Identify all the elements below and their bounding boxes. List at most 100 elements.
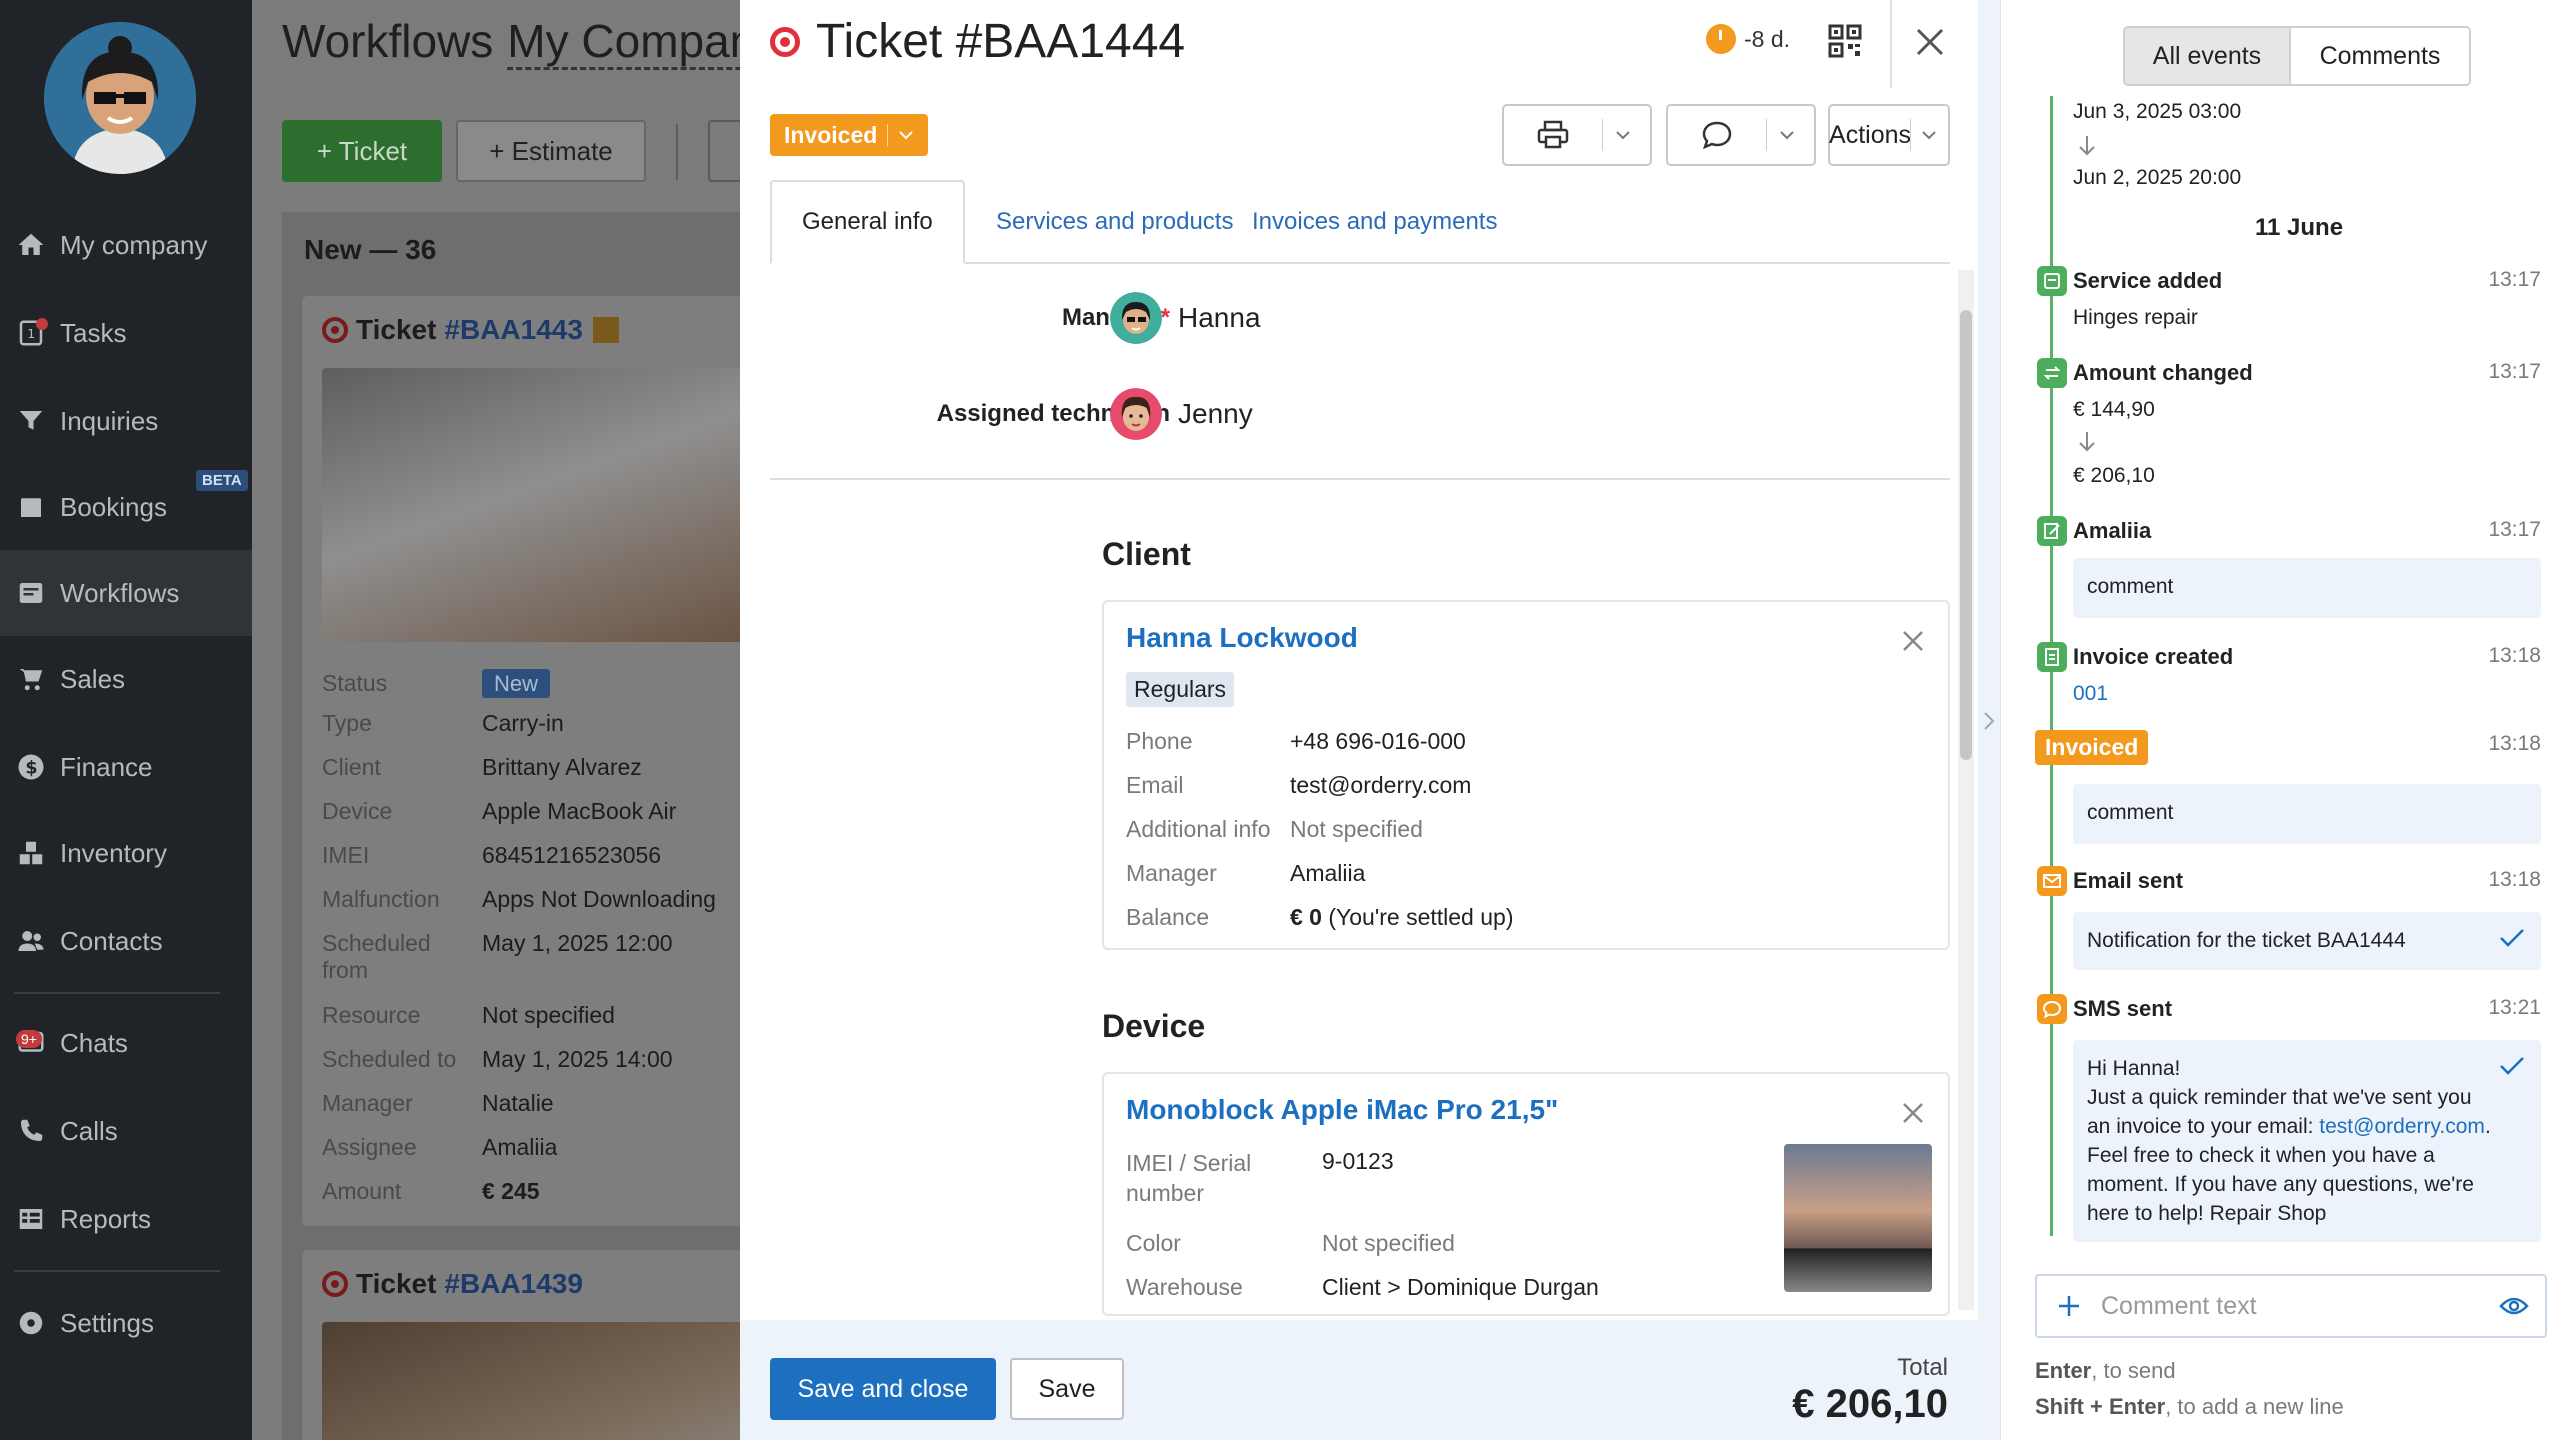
event-title: Amaliia <box>2073 518 2152 543</box>
card-field: Status New <box>322 669 551 698</box>
tab-general-info[interactable]: General info <box>770 180 965 264</box>
client-email[interactable]: test@orderry.com <box>1290 772 1471 799</box>
column-title: New — 36 <box>304 234 437 265</box>
card-ticket-id[interactable]: #BAA1439 <box>444 1268 583 1300</box>
print-button[interactable] <box>1504 106 1602 164</box>
modal-scrollbar[interactable] <box>1958 270 1974 1310</box>
check-icon <box>2500 929 2524 947</box>
sidebar-item-label: Inventory <box>60 837 167 868</box>
sidebar-item-label: Contacts <box>60 925 163 956</box>
add-estimate-button[interactable]: + Estimate <box>456 120 646 182</box>
device-photo <box>1784 1144 1932 1292</box>
tab-invoices-and-payments[interactable]: Invoices and payments <box>1222 180 1527 264</box>
new-date: Jun 2, 2025 20:00 <box>2073 166 2242 189</box>
ticket-card[interactable]: Ticket #BAA1439 <box>302 1250 752 1440</box>
home-icon <box>14 228 48 262</box>
tab-services-and-products[interactable]: Services and products <box>966 180 1263 264</box>
close-icon[interactable] <box>1900 628 1926 654</box>
events-panel: All events Comments Jun 3, 2025 03:00 Ju… <box>2000 0 2560 1440</box>
actions-dropdown[interactable]: Actions <box>1828 104 1950 166</box>
actions-label: Actions <box>1829 120 1911 149</box>
card-field: Device Apple MacBook Air <box>322 798 677 824</box>
user-avatar[interactable] <box>44 22 196 174</box>
event-time: 13:17 <box>2488 518 2541 541</box>
sidebar-item-sales[interactable]: Sales <box>0 636 252 722</box>
invoice-link[interactable]: 001 <box>2073 682 2108 706</box>
sidebar-item-settings[interactable]: Settings <box>0 1280 252 1366</box>
sidebar-item-calls[interactable]: Calls <box>0 1088 252 1174</box>
sidebar-item-my-company[interactable]: My company <box>0 202 252 288</box>
event-time: 13:21 <box>2488 996 2541 1019</box>
print-dropdown[interactable] <box>1603 130 1643 140</box>
contacts-icon <box>14 924 48 958</box>
sidebar-item-inquiries[interactable]: Inquiries <box>0 378 252 464</box>
total-value: € 206,10 <box>1792 1382 1948 1426</box>
deadline-indicator[interactable]: -8 d. <box>1706 24 1790 54</box>
event-title: SMS sent <box>2073 996 2173 1021</box>
client-phone[interactable]: +48 696-016-000 <box>1290 728 1466 755</box>
plus-icon[interactable] <box>2055 1292 2083 1320</box>
modal-footer: Save and close Save Total € 206,10 <box>740 1320 1978 1440</box>
card-ticket-id[interactable]: #BAA1443 <box>444 314 583 346</box>
close-icon[interactable] <box>1900 1100 1926 1126</box>
device-name-link[interactable]: Monoblock Apple iMac Pro 21,5" <box>1126 1094 1558 1126</box>
svg-text:1: 1 <box>27 326 35 341</box>
scrollbar-thumb[interactable] <box>1960 310 1972 760</box>
comment-input[interactable]: Comment text <box>2035 1274 2547 1338</box>
chevron-down-icon <box>1780 131 1794 140</box>
printer-icon <box>1537 120 1569 149</box>
total-label: Total <box>1897 1354 1948 1381</box>
boxes-icon <box>14 836 48 870</box>
technician-name[interactable]: Jenny <box>1178 398 1253 430</box>
sms-bubble: Hi Hanna! Just a quick reminder that we'… <box>2073 1040 2541 1242</box>
status-dropdown[interactable]: Invoiced <box>770 114 929 156</box>
message-button[interactable] <box>1668 106 1766 164</box>
save-and-close-button[interactable]: Save and close <box>770 1358 996 1420</box>
sidebar-item-label: Calls <box>60 1115 118 1146</box>
manager-avatar[interactable] <box>1110 292 1162 344</box>
chevron-right-icon <box>1984 712 1995 730</box>
message-dropdown[interactable] <box>1767 130 1807 140</box>
print-button-group[interactable] <box>1502 104 1652 166</box>
sidebar-item-finance[interactable]: $ Finance <box>0 724 252 810</box>
device-serial-row: IMEI / Serial number 9-0123 <box>1126 1148 1394 1206</box>
target-icon <box>322 1271 348 1297</box>
sidebar-item-inventory[interactable]: Inventory <box>0 810 252 896</box>
tab-comments[interactable]: Comments <box>2291 28 2469 84</box>
service-icon <box>2037 266 2067 296</box>
client-name-link[interactable]: Hanna Lockwood <box>1126 622 1358 654</box>
close-icon[interactable] <box>1912 24 1948 60</box>
sidebar-item-tasks[interactable]: 1 Tasks <box>0 290 252 376</box>
device-photo <box>322 1322 752 1440</box>
card-header: Ticket #BAA1439 <box>322 1268 583 1300</box>
qr-code-icon[interactable] <box>1828 24 1862 58</box>
chats-badge: 9+ <box>16 1030 42 1048</box>
ticket-modal: Ticket #BAA1444 -8 d. Invoiced Actions G… <box>740 0 1978 1440</box>
sidebar-item-workflows[interactable]: Workflows <box>0 550 252 636</box>
header-divider <box>1890 0 1892 88</box>
sms-email-link[interactable]: test@orderry.com <box>2319 1115 2485 1138</box>
modal-title: Ticket #BAA1444 <box>770 14 1185 69</box>
company-selector[interactable]: My Company <box>507 15 752 70</box>
svg-text:$: $ <box>25 758 37 778</box>
status-badge[interactable]: New <box>482 669 551 698</box>
event-title: Amount changed <box>2073 360 2253 385</box>
ticket-card[interactable]: Ticket #BAA1443 Status New Type Carry-in C… <box>302 296 752 1226</box>
add-ticket-button[interactable]: + Ticket <box>282 120 442 182</box>
manager-name[interactable]: Hanna <box>1178 302 1261 334</box>
device-section-title: Device <box>1102 1008 1206 1044</box>
sidebar-item-reports[interactable]: Reports <box>0 1176 252 1262</box>
sidebar-item-contacts[interactable]: Contacts <box>0 898 252 984</box>
eye-icon[interactable] <box>2499 1294 2529 1318</box>
technician-avatar[interactable] <box>1110 388 1162 440</box>
message-button-group[interactable] <box>1666 104 1816 166</box>
client-tag: Regulars <box>1126 672 1235 707</box>
client-additional-info-row: Additional info Not specified <box>1126 816 1423 842</box>
sidebar-item-label: Tasks <box>60 317 127 348</box>
event-time: 13:18 <box>2488 868 2541 891</box>
panel-collapse-strip[interactable] <box>1978 0 2000 1440</box>
sms-icon <box>2037 994 2067 1024</box>
sidebar-item-label: Settings <box>60 1307 154 1338</box>
save-button[interactable]: Save <box>1010 1358 1124 1420</box>
tab-all-events[interactable]: All events <box>2125 28 2291 84</box>
